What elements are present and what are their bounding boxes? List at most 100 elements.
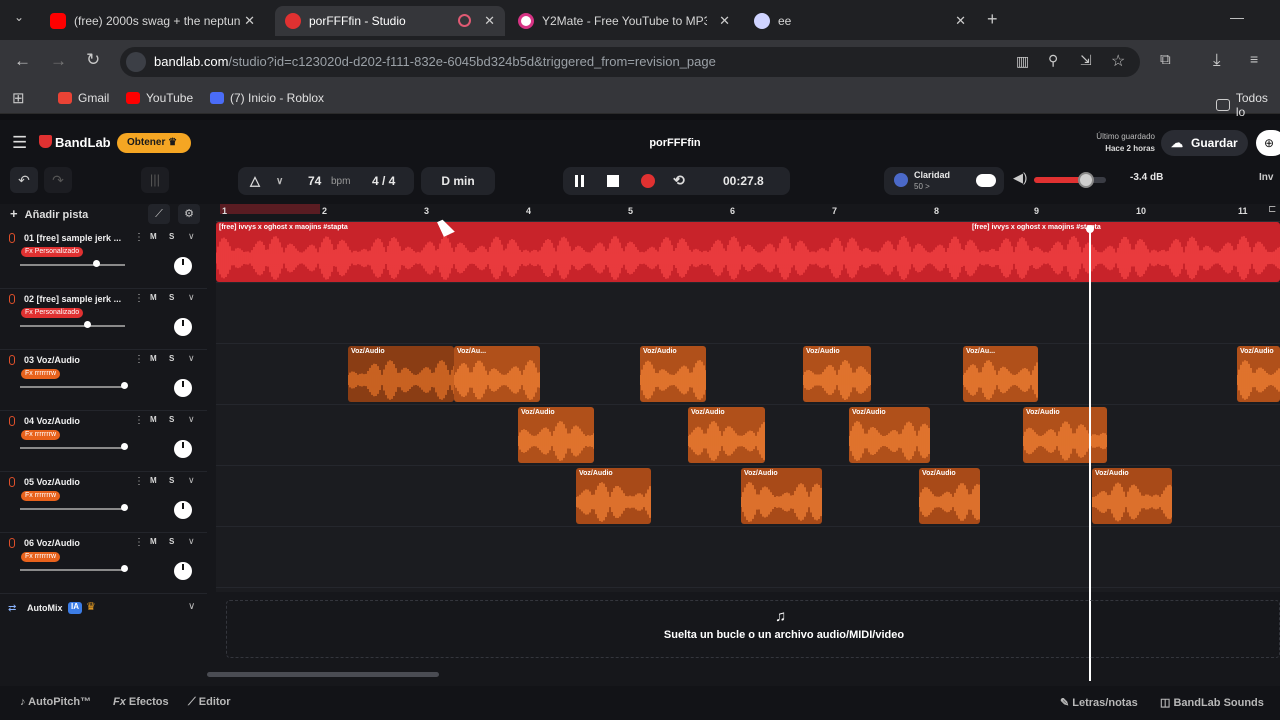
browser-tab-studio[interactable]: porFFFfin - Studio ✕ [275,6,505,36]
url-input[interactable]: bandlab.com/studio?id=c123020d-d202-f111… [120,47,1140,77]
track-title[interactable]: 04 Voz/Audio [24,416,124,426]
audio-clip[interactable]: Voz/Audio [518,407,594,463]
track-volume-knob[interactable] [120,504,128,511]
zoom-icon[interactable]: ⚲ [1048,52,1058,69]
track-expand-icon[interactable]: ∨ [188,292,195,303]
close-tab-icon[interactable]: ✕ [719,13,730,29]
fx-badge[interactable]: Fx rrrrrrrw [21,430,61,440]
audio-clip[interactable]: Voz/Audio [348,346,454,402]
track-lane[interactable] [216,527,1280,588]
globe-button[interactable]: ⊕ [1256,130,1280,156]
audio-clip[interactable]: Voz/Audio [1023,407,1107,463]
undo-icon[interactable]: ↶ [10,167,38,193]
solo-button[interactable]: S [169,354,174,363]
browser-tab-ee[interactable]: ee ✕ [744,6,976,36]
solo-button[interactable]: S [169,537,174,546]
track-title[interactable]: 01 [free] sample jerk ... [24,233,124,243]
bookmark-youtube[interactable]: YouTube [126,91,193,105]
track-menu-icon[interactable]: ⋮ [134,415,144,426]
record-arm-icon[interactable] [9,233,15,243]
metronome-icon[interactable]: △ [250,173,260,189]
track-expand-icon[interactable]: ∨ [188,231,195,242]
track-volume-slider[interactable] [20,447,125,449]
browser-tab-youtube[interactable]: (free) 2000s swag + the neptun ✕ [40,6,265,36]
track-row[interactable]: 03 Voz/Audio Fx rrrrrrrw ⋮ M S ∨ [0,350,207,411]
loop-region[interactable] [220,204,320,214]
track-title[interactable]: 03 Voz/Audio [24,355,124,365]
bookmark-gmail[interactable]: Gmail [58,91,109,105]
track-volume-slider[interactable] [20,569,125,571]
redo-icon[interactable]: ↷ [44,167,72,193]
claridad-control[interactable]: Claridad 50 > [884,167,1004,195]
install-app-icon[interactable]: ⇲ [1080,52,1092,69]
track-row[interactable]: 02 [free] sample jerk ... Fx Personaliza… [0,289,207,350]
track-row[interactable]: 04 Voz/Audio Fx rrrrrrrw ⋮ M S ∨ [0,411,207,472]
site-info-icon[interactable] [126,52,146,72]
track-expand-icon[interactable]: ∨ [188,475,195,486]
solo-button[interactable]: S [169,476,174,485]
automix-row[interactable]: ⇄ AutoMix IA ♛ ∨ [0,598,207,622]
record-arm-icon[interactable] [9,538,15,548]
all-bookmarks[interactable]: Todos lo [1216,91,1280,119]
mute-button[interactable]: M [150,232,157,241]
audio-clip[interactable]: Voz/Audio [640,346,706,402]
reload-icon[interactable]: ↻ [86,50,100,70]
new-tab-icon[interactable]: + [987,9,998,30]
track-volume-knob[interactable] [120,443,128,450]
audio-clip[interactable]: Voz/Audio [803,346,871,402]
track-title[interactable]: 05 Voz/Audio [24,477,124,487]
bookmark-roblox[interactable]: (7) Inicio - Roblox [210,91,324,105]
claridad-toggle[interactable] [976,174,996,187]
track-volume-slider[interactable] [20,264,125,266]
fx-badge[interactable]: Fx Personalizado [21,308,84,318]
automation-icon[interactable]: ⟋ [148,204,170,224]
track-volume-knob[interactable] [120,565,128,572]
pan-knob[interactable] [174,562,192,580]
solo-button[interactable]: S [169,232,174,241]
track-row[interactable]: 06 Voz/Audio Fx rrrrrrrw ⋮ M S ∨ [0,533,207,594]
mute-button[interactable]: M [150,476,157,485]
fx-badge[interactable]: Fx rrrrrrrw [21,552,61,562]
key-selector[interactable]: D min [421,167,495,195]
fx-badge[interactable]: Fx rrrrrrrw [21,369,61,379]
track-menu-icon[interactable]: ⋮ [134,293,144,304]
automix-expand-icon[interactable]: ∨ [188,601,195,612]
pause-icon[interactable] [575,175,578,187]
audio-clip[interactable]: Voz/Audio [849,407,930,463]
track-menu-icon[interactable]: ⋮ [134,354,144,365]
tab-list-chevron-icon[interactable]: ⌄ [14,10,24,24]
audio-clip[interactable]: Voz/Audio [688,407,765,463]
audio-clip[interactable]: Voz/Audio [1237,346,1280,402]
pan-knob[interactable] [174,318,192,336]
solo-button[interactable]: S [169,293,174,302]
fx-badge[interactable]: Fx rrrrrrrw [21,491,61,501]
track-title[interactable]: 06 Voz/Audio [24,538,124,548]
track-expand-icon[interactable]: ∨ [188,414,195,425]
pan-knob[interactable] [174,257,192,275]
track-expand-icon[interactable]: ∨ [188,536,195,547]
forward-arrow-icon[interactable]: → [50,51,67,71]
master-volume-slider[interactable] [1034,172,1106,188]
time-signature[interactable]: 4 / 4 [372,174,395,188]
bandlab-sounds-button[interactable]: ◫ BandLab Sounds [1160,696,1264,709]
audio-clip[interactable]: Voz/Au... [963,346,1038,402]
mute-button[interactable]: M [150,293,157,302]
close-tab-icon[interactable]: ✕ [955,13,966,29]
autopitch-button[interactable]: ♪ AutoPitch™ [20,696,91,708]
bpm-value[interactable]: 74 [308,174,321,188]
track-menu-icon[interactable]: ⋮ [134,232,144,243]
drop-zone[interactable]: ♫ Suelta un bucle o un archivo audio/MID… [226,600,1280,658]
track-volume-knob[interactable] [92,260,100,267]
timeline-ruler[interactable]: 1 2 3 4 5 6 7 8 9 10 11 [216,204,1280,222]
arrangement-area[interactable]: [free] ivvys x oghost x maojins #stapta [… [216,222,1280,592]
track-row[interactable]: 05 Voz/Audio Fx rrrrrrrw ⋮ M S ∨ [0,472,207,533]
pan-knob[interactable] [174,501,192,519]
mute-button[interactable]: M [150,415,157,424]
stop-icon[interactable] [607,175,619,187]
track-settings-icon[interactable]: ⚙ [178,204,200,224]
track-lane[interactable] [216,283,1280,344]
record-arm-icon[interactable] [9,416,15,426]
media-controls-icon[interactable]: ≡ [1250,51,1258,67]
reader-mode-icon[interactable]: ▥ [1016,53,1029,70]
fx-badge[interactable]: Fx Personalizado [21,247,84,257]
